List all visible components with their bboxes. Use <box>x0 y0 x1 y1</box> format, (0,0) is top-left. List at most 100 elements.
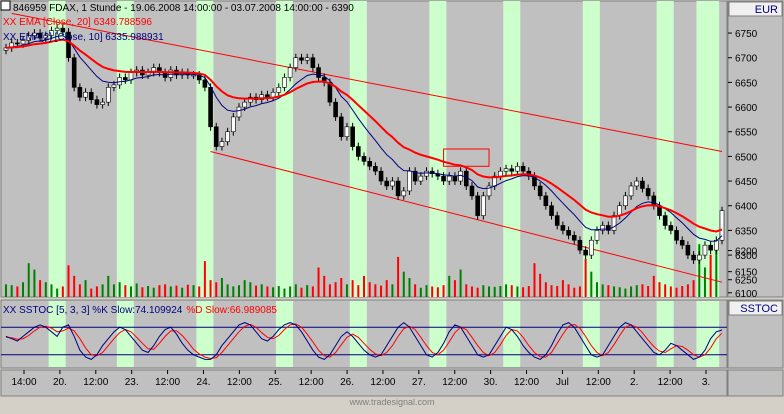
volume-bar <box>27 263 30 297</box>
volume-bar <box>5 284 7 297</box>
volume-bar <box>61 286 64 297</box>
candle-body <box>509 168 515 172</box>
volume-bar <box>618 287 621 297</box>
candle-body <box>373 165 378 172</box>
candle-body <box>691 254 696 261</box>
volume-bar <box>630 286 633 297</box>
candle-body <box>424 170 429 177</box>
volume-bar <box>590 271 593 297</box>
volume-bar <box>334 282 337 297</box>
candle-body <box>276 87 282 93</box>
volume-bar <box>215 282 218 297</box>
candle-body <box>696 254 702 261</box>
candle-body <box>441 175 446 182</box>
candle-body <box>94 99 100 105</box>
candle-body <box>282 77 287 88</box>
candle-body <box>685 244 691 256</box>
volume-bar <box>33 269 36 297</box>
candle-body <box>594 230 600 241</box>
highlight-band <box>116 1 134 297</box>
candle-body <box>202 79 208 88</box>
candle-body <box>208 87 213 128</box>
volume-bar <box>425 285 428 297</box>
candle-body <box>401 190 407 197</box>
candle-body <box>452 175 458 182</box>
volume-bar <box>510 285 513 297</box>
volume-bar <box>283 288 286 297</box>
candle-body <box>702 244 708 256</box>
candle-body <box>219 141 225 147</box>
currency-label: EUR <box>755 4 778 16</box>
price-tick-label: 6750 <box>735 29 758 40</box>
volume-bar <box>709 254 712 297</box>
candle-body <box>645 188 651 197</box>
volume-bar <box>44 282 47 297</box>
volume-bar <box>402 271 405 297</box>
candle-body <box>310 57 316 68</box>
volume-bar <box>277 286 280 297</box>
volume-bar <box>442 285 445 297</box>
candle-body <box>395 180 401 197</box>
volume-bar <box>198 286 201 297</box>
fdax-chart: EUR SSTOC 6750 6700 6650 6600 6550 6500 6450 64… <box>0 0 784 409</box>
volume-bar <box>476 287 479 297</box>
time-tick-label: Jul <box>556 377 569 388</box>
volume-bar <box>164 284 167 297</box>
volume-bar <box>647 286 650 297</box>
candle-body <box>554 215 560 226</box>
highlight-band <box>196 1 214 297</box>
volume-bar <box>470 286 473 297</box>
volume-tick-label: 6200 <box>735 247 758 258</box>
candle-body <box>378 170 384 182</box>
candle-body <box>498 170 503 177</box>
candle-body <box>674 230 679 241</box>
volume-bar <box>533 263 536 297</box>
volume-bar <box>328 284 331 297</box>
volume-bar <box>130 286 133 297</box>
volume-bar <box>561 280 564 297</box>
stochastic-k-legend: %K Slow:74.109924 <box>92 305 183 316</box>
volume-bar <box>289 286 292 297</box>
volume-bar <box>95 286 98 297</box>
volume-bar <box>192 285 195 297</box>
volume-bar <box>300 287 303 297</box>
volume-bar <box>431 286 434 297</box>
candle-body <box>611 215 617 231</box>
volume-bar <box>692 280 695 297</box>
candle-body <box>679 239 685 246</box>
volume-bar <box>345 284 348 297</box>
time-axis <box>0 369 728 397</box>
candle-body <box>571 235 577 241</box>
candle-body <box>304 57 310 61</box>
volume-bar <box>90 288 93 297</box>
candle-body <box>651 195 657 207</box>
candle-body <box>384 180 390 187</box>
volume-bar <box>505 284 508 297</box>
volume-bar <box>419 287 422 297</box>
time-tick-label: 3. <box>702 377 710 388</box>
volume-bar <box>10 285 13 297</box>
chart-menu-icon[interactable] <box>0 0 11 11</box>
candle-body <box>236 106 242 118</box>
volume-bar <box>414 284 417 297</box>
time-tick-label: 12:00 <box>227 377 252 388</box>
time-tick-label: 12:00 <box>658 377 683 388</box>
volume-bar <box>675 287 678 297</box>
candle-body <box>344 126 350 137</box>
volume-bar <box>482 285 485 297</box>
volume-bar <box>539 273 542 297</box>
volume-bar <box>436 287 439 297</box>
candle-body <box>287 67 293 78</box>
candle-body <box>446 175 452 182</box>
chart-svg: EUR SSTOC 6750 6700 6650 6600 6550 6500 6450 64… <box>0 0 784 409</box>
volume-bar <box>357 285 360 297</box>
volume-bar <box>363 275 365 297</box>
volume-bar <box>465 284 468 297</box>
volume-bar <box>408 278 411 297</box>
volume-bar <box>368 282 371 297</box>
candle-body <box>407 170 412 192</box>
candle-body <box>566 230 571 236</box>
candle-body <box>520 165 526 172</box>
volume-tick-label: 6150 <box>735 268 758 279</box>
volume-bar <box>243 280 246 297</box>
